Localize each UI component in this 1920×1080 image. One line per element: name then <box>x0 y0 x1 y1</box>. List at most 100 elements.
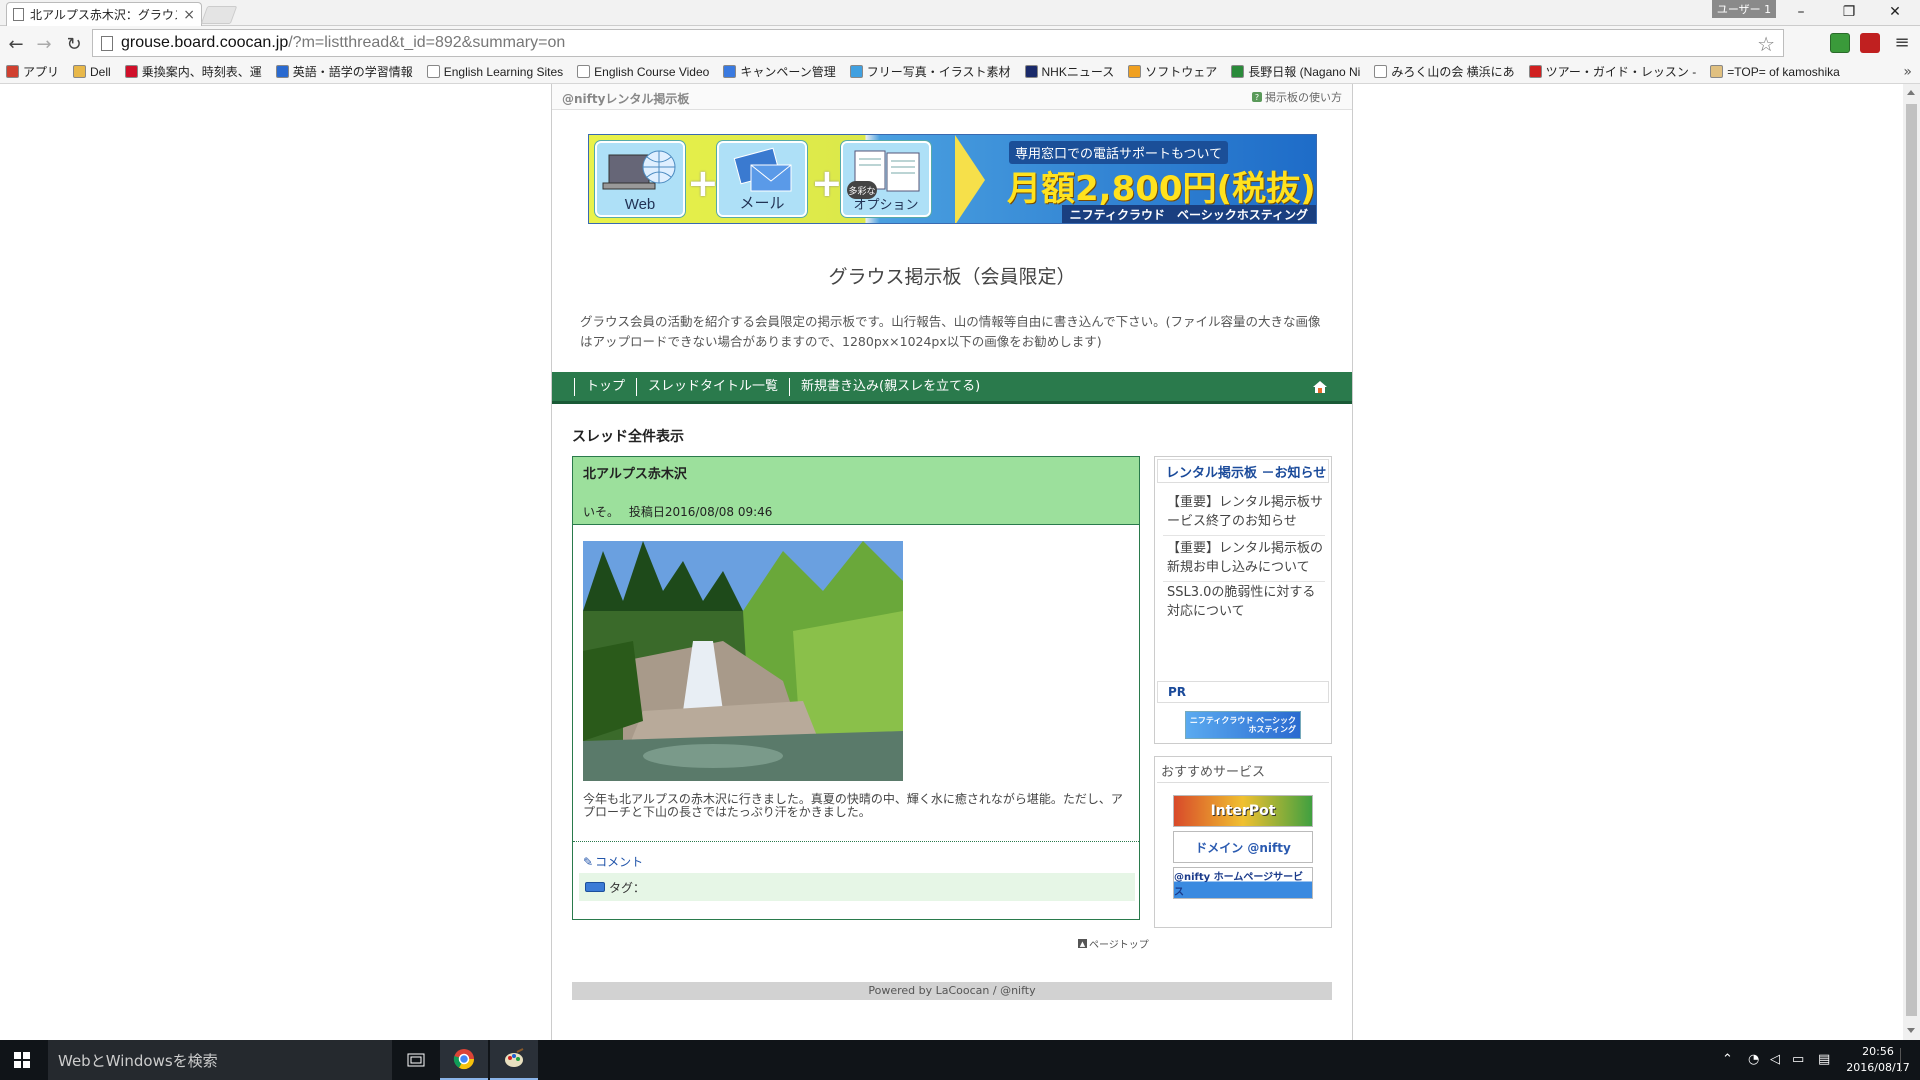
bookmark-item[interactable]: Dell <box>73 65 111 79</box>
tab-title: 北アルプス赤木沢：グラウス <box>30 8 178 22</box>
bookmark-favicon-icon <box>723 65 737 78</box>
paint-taskbar-icon[interactable] <box>490 1040 538 1080</box>
banner-price: 月額2,800円(税抜)〜 <box>1007 169 1317 209</box>
bookmark-item[interactable]: 乗換案内、時刻表、運 <box>124 63 262 80</box>
bookmark-item[interactable]: 英語・語学の学習情報 <box>275 63 413 80</box>
tag-icon <box>585 882 605 892</box>
bookmark-favicon-icon <box>1710 65 1724 78</box>
bookmark-item[interactable]: English Course Video <box>577 65 709 79</box>
new-tab-button[interactable] <box>200 6 238 24</box>
recommend-title: おすすめサービス <box>1157 759 1329 783</box>
bookmark-label: English Course Video <box>594 64 710 79</box>
post-author: いそ。 <box>583 505 620 519</box>
notice-divider <box>1163 581 1325 582</box>
url-path: /?m=listthread&t_id=892&summary=on <box>288 34 566 51</box>
network-icon[interactable]: ◔ <box>1748 1052 1759 1067</box>
chrome-taskbar-icon[interactable] <box>440 1040 488 1080</box>
bookmark-label: ソフトウェア <box>1145 65 1218 79</box>
pr-banner-ad[interactable]: ニフティクラウド ベーシックホスティング <box>1185 711 1301 739</box>
tray-chevron-icon[interactable]: ⌃ <box>1722 1052 1733 1067</box>
plus-icon: + <box>687 161 719 205</box>
thread-card: 北アルプス赤木沢 いそ。 投稿日2016/08/08 09:46 今年も北アルプ… <box>572 456 1140 920</box>
task-view-icon[interactable] <box>392 1040 440 1080</box>
bookmark-item[interactable]: ツアー・ガイド・レッスン - <box>1528 63 1696 80</box>
volume-icon[interactable]: ◁ <box>1770 1052 1780 1067</box>
reload-icon[interactable]: ↻ <box>62 32 86 56</box>
bookmark-item[interactable]: フリー写真・イラスト素材 <box>849 63 1011 80</box>
bookmark-item[interactable]: NHKニュース <box>1024 63 1115 80</box>
banner-web-tile: Web <box>595 141 685 217</box>
home-icon[interactable] <box>1312 380 1328 394</box>
taskbar-search-box[interactable]: WebとWindowsを検索 <box>48 1040 392 1080</box>
extension-green-icon[interactable] <box>1830 33 1850 53</box>
bookmarks-overflow-icon[interactable]: » <box>1903 64 1912 80</box>
notice-item[interactable]: 【重要】レンタル掲示板サービス終了のお知らせ <box>1167 493 1323 531</box>
bookmark-favicon-icon <box>1528 65 1542 78</box>
action-center-icon[interactable]: ▤ <box>1818 1052 1830 1067</box>
tab-close-icon[interactable]: × <box>183 7 195 23</box>
browser-tab[interactable]: 北アルプス赤木沢：グラウス × <box>6 2 202 26</box>
nav-thread-list[interactable]: スレッドタイトル一覧 <box>636 377 789 396</box>
browser-tab-bar: 北アルプス赤木沢：グラウス × ユーザー 1 – ❐ ✕ <box>0 0 1920 26</box>
interpot-ad[interactable]: InterPot <box>1173 795 1313 827</box>
hosting-banner-ad[interactable]: Web + メール + 多彩な オプション 専用窓口での電話サポートもついて 月… <box>588 134 1317 224</box>
help-link[interactable]: ? 掲示板の使い方 <box>1252 89 1342 105</box>
bookmark-item[interactable]: みろく山の会 横浜にあ <box>1374 63 1515 80</box>
scroll-thumb[interactable] <box>1906 104 1917 1016</box>
page-scrollbar[interactable] <box>1903 84 1920 1040</box>
bookmark-label: Dell <box>90 64 111 79</box>
scroll-up-icon[interactable] <box>1907 90 1915 95</box>
section-title: スレッド全件表示 <box>572 429 684 445</box>
board-description: グラウス会員の活動を紹介する会員限定の掲示板です。山行報告、山の情報等自由に書き… <box>580 314 1321 349</box>
bookmark-item[interactable]: キャンペーン管理 <box>723 63 836 80</box>
address-bar[interactable]: grouse.board.coocan.jp /?m=listthread&t_… <box>92 29 1784 57</box>
notice-panel: レンタル掲示板 －お知らせ 【重要】レンタル掲示板サービス終了のお知らせ 【重要… <box>1154 456 1332 744</box>
windows-start-icon[interactable] <box>14 1052 30 1068</box>
bookmark-item[interactable]: アプリ <box>6 63 59 80</box>
user-profile-chip[interactable]: ユーザー 1 <box>1712 0 1776 18</box>
plus-icon: + <box>811 161 843 205</box>
page-info-icon[interactable] <box>101 35 113 51</box>
scroll-down-icon[interactable] <box>1907 1028 1915 1033</box>
bookmark-item[interactable]: =TOP= of kamoshika <box>1710 65 1840 79</box>
show-desktop-button[interactable] <box>1900 1048 1910 1072</box>
keyboard-icon[interactable]: ▭ <box>1792 1052 1804 1067</box>
bookmark-item[interactable]: 長野日報 (Nagano Ni <box>1231 63 1360 80</box>
bookmark-label: English Learning Sites <box>443 64 564 79</box>
minimize-button[interactable]: – <box>1778 0 1824 24</box>
homepage-service-ad[interactable]: @nifty ホームページサービス <box>1173 867 1313 899</box>
post-title: 北アルプス赤木沢 <box>583 467 687 482</box>
post-photo-waterfall[interactable] <box>583 541 903 781</box>
page-icon <box>13 8 24 21</box>
nav-new-post[interactable]: 新規書き込み(親スレを立てる) <box>789 377 991 396</box>
notice-item[interactable]: 【重要】レンタル掲示板の新規お申し込みについて <box>1167 539 1323 577</box>
bookmark-item[interactable]: English Learning Sites <box>426 64 564 79</box>
pdf-extension-icon[interactable] <box>1860 33 1880 53</box>
comment-label: コメント <box>595 855 644 869</box>
banner-mail-label: メール <box>739 195 785 212</box>
menu-icon[interactable]: ≡ <box>1892 33 1912 53</box>
maximize-button[interactable]: ❐ <box>1826 0 1872 24</box>
comment-link[interactable]: ✎ コメント <box>583 853 643 870</box>
back-arrow-icon[interactable]: ← <box>4 32 28 56</box>
thread-header: 北アルプス赤木沢 いそ。 投稿日2016/08/08 09:46 <box>573 457 1139 525</box>
forward-arrow-icon[interactable]: → <box>32 32 56 56</box>
nav-top[interactable]: トップ <box>574 377 636 396</box>
bookmark-favicon-icon <box>1374 65 1388 78</box>
page-top-link[interactable]: ▲ ページトップ <box>1078 936 1149 951</box>
bookmark-favicon-icon <box>73 65 87 78</box>
notice-item[interactable]: SSL3.0の脆弱性に対する対応について <box>1167 583 1323 621</box>
domain-ad[interactable]: ドメイン @nifty <box>1173 831 1313 863</box>
bookmark-star-icon[interactable]: ☆ <box>1757 32 1775 57</box>
bookmark-item[interactable]: ソフトウェア <box>1128 63 1217 80</box>
banner-option-tile: 多彩な オプション <box>841 141 931 217</box>
bookmark-label: NHKニュース <box>1041 65 1115 79</box>
bookmark-label: 長野日報 (Nagano Ni <box>1248 65 1361 79</box>
site-brand[interactable]: @niftyレンタル掲示板 <box>562 90 689 107</box>
bookmark-favicon-icon <box>275 65 289 78</box>
banner-arrow <box>955 135 985 223</box>
close-window-button[interactable]: ✕ <box>1872 0 1918 24</box>
banner-web-label: Web <box>624 196 656 213</box>
bookmark-favicon-icon <box>6 65 19 78</box>
pr-title: PR <box>1157 681 1329 703</box>
